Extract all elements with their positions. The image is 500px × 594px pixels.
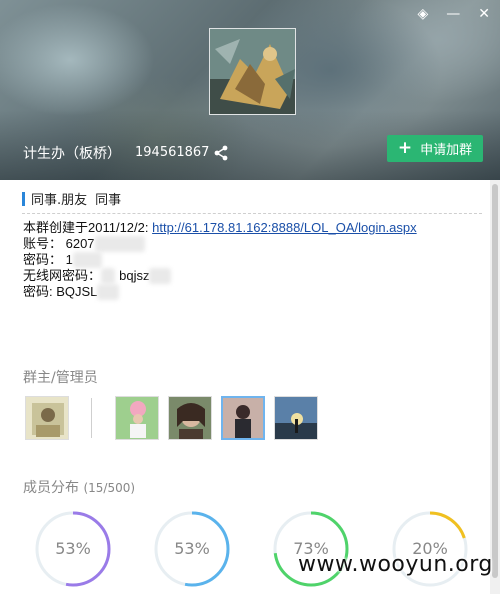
admins-list bbox=[25, 396, 327, 440]
watermark: www.wooyun.org bbox=[298, 552, 493, 577]
stat-percent: 53% bbox=[174, 539, 210, 558]
minimize-icon[interactable]: — bbox=[446, 6, 460, 22]
stat-ring[interactable]: 53% bbox=[153, 510, 231, 588]
group-description: 本群创建于2011/12/2: http://61.178.81.162:888… bbox=[23, 220, 417, 300]
join-group-button[interactable]: + 申请加群 bbox=[387, 135, 483, 162]
admin-avatar[interactable] bbox=[274, 396, 318, 440]
members-title: 成员分布 (15/500) bbox=[23, 477, 135, 497]
window-controls: ◈ — ✕ bbox=[417, 6, 490, 22]
wifi-password-text: 无线网密码： bbox=[23, 268, 102, 283]
redacted-blur: 0000 bbox=[72, 252, 102, 268]
admin-avatar[interactable] bbox=[168, 396, 212, 440]
password2-text: 密码: BQJSL bbox=[23, 284, 98, 299]
description-line: 无线网密码：00 bqjsz000 bbox=[23, 268, 417, 284]
password-text: 密码： 1 bbox=[23, 252, 73, 267]
join-group-label: 申请加群 bbox=[420, 143, 473, 158]
created-text: 本群创建于2011/12/2: bbox=[23, 220, 149, 235]
redacted-blur: 0000000 bbox=[94, 236, 146, 252]
redacted-blur: 000 bbox=[97, 284, 120, 300]
tag-item: 同事.朋友 bbox=[31, 193, 88, 208]
tag-item: 同事 bbox=[95, 193, 122, 208]
stat-percent: 53% bbox=[55, 539, 91, 558]
redacted-blur: 00 bbox=[101, 268, 116, 284]
description-line: 账号： 62070000000 bbox=[23, 236, 417, 252]
members-title-text: 成员分布 bbox=[23, 480, 79, 496]
account-text: 账号： 6207 bbox=[23, 236, 95, 251]
group-tags: 同事.朋友 同事 bbox=[22, 189, 129, 208]
owner-avatar[interactable] bbox=[25, 396, 69, 440]
admin-avatar[interactable] bbox=[115, 396, 159, 440]
description-link[interactable]: http://61.178.81.162:8888/LOL_OA/login.a… bbox=[152, 220, 417, 235]
pin-icon[interactable]: ◈ bbox=[417, 6, 428, 22]
header-banner: ◈ — ✕ 计生办（板桥） 194561867 + 申请加群 bbox=[0, 0, 500, 180]
group-avatar[interactable] bbox=[209, 28, 296, 115]
redacted-blur: 000 bbox=[149, 268, 172, 284]
plus-icon: + bbox=[397, 138, 413, 158]
admin-avatar-selected[interactable] bbox=[221, 396, 265, 440]
stat-ring[interactable]: 53% bbox=[34, 510, 112, 588]
group-name: 计生办（板桥） bbox=[23, 146, 121, 162]
share-icon[interactable] bbox=[213, 145, 229, 161]
description-line: 密码： 10000 bbox=[23, 252, 417, 268]
wifi-password-tail: bqjsz bbox=[119, 268, 150, 283]
group-details: 同事.朋友 同事 本群创建于2011/12/2: http://61.178.8… bbox=[0, 180, 500, 594]
tag-marker bbox=[22, 191, 25, 206]
admin-separator bbox=[91, 398, 92, 438]
divider bbox=[22, 213, 482, 214]
members-count: (15/500) bbox=[83, 481, 136, 495]
description-line: 本群创建于2011/12/2: http://61.178.81.162:888… bbox=[23, 220, 417, 236]
description-line: 密码: BQJSL000 bbox=[23, 284, 417, 300]
close-icon[interactable]: ✕ bbox=[478, 6, 490, 22]
group-id: 194561867 bbox=[135, 145, 210, 160]
group-profile-window: ◈ — ✕ 计生办（板桥） 194561867 + 申请加群 同事.朋友 同事 … bbox=[0, 0, 500, 594]
admins-title: 群主/管理员 bbox=[23, 370, 98, 386]
